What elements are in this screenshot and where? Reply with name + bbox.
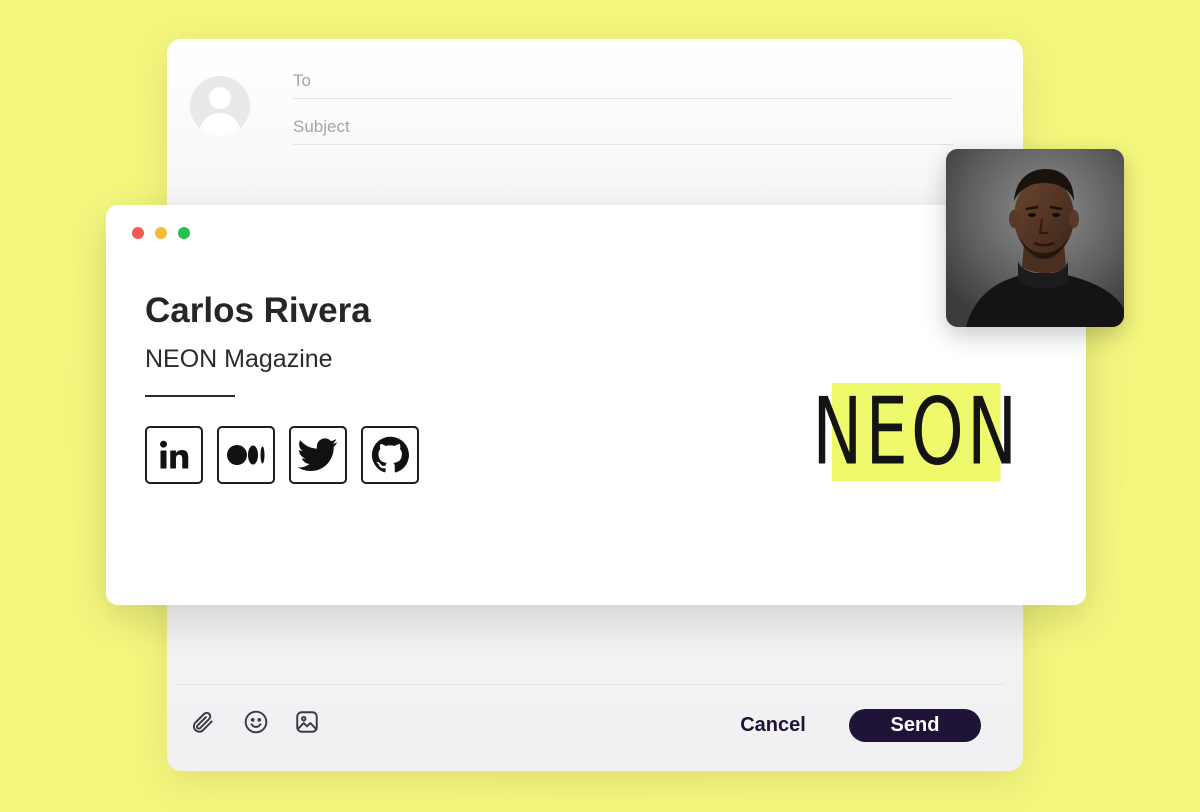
subject-field[interactable]: Subject [293, 99, 953, 145]
profile-photo [946, 149, 1124, 327]
signature-card: Carlos Rivera NEON Magazine NEON [106, 205, 1086, 605]
smiley-icon[interactable] [241, 707, 271, 737]
image-icon[interactable] [292, 707, 322, 737]
medium-icon[interactable] [217, 426, 275, 484]
toolbar-divider [177, 684, 1005, 685]
window-minimize-dot[interactable] [155, 227, 167, 239]
subject-placeholder: Subject [293, 117, 350, 136]
cancel-button[interactable]: Cancel [723, 710, 823, 740]
to-placeholder: To [293, 71, 311, 90]
signature-company: NEON Magazine [145, 345, 333, 373]
window-close-dot[interactable] [132, 227, 144, 239]
signature-divider [145, 395, 235, 397]
window-maximize-dot[interactable] [178, 227, 190, 239]
twitter-icon[interactable] [289, 426, 347, 484]
neon-logo-text: NEON [812, 378, 1021, 486]
signature-name: Carlos Rivera [145, 291, 371, 330]
send-button[interactable]: Send [849, 709, 981, 742]
neon-logo: NEON [812, 378, 1017, 486]
recipient-avatar-placeholder [190, 76, 250, 136]
github-icon[interactable] [361, 426, 419, 484]
linkedin-icon[interactable] [145, 426, 203, 484]
to-field[interactable]: To [293, 53, 953, 99]
paperclip-icon[interactable] [187, 707, 217, 737]
